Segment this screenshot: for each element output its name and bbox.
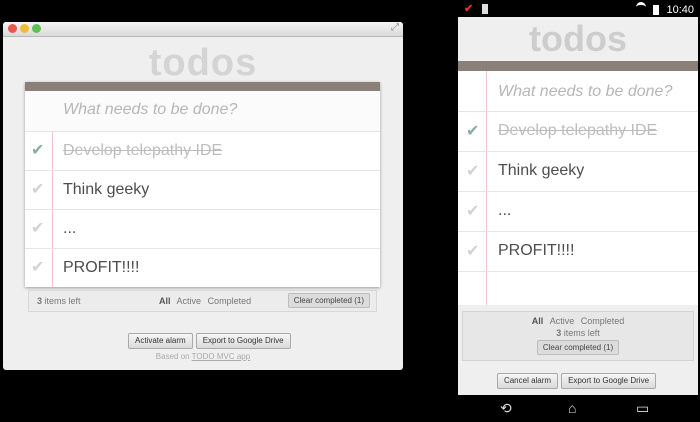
desktop-window: ⤢ todos What needs to be done? ✔ Develop… xyxy=(3,22,403,370)
toggle-check-icon[interactable]: ✔ xyxy=(31,257,44,277)
android-device: ✔ 10:40 todos What needs to be done? ✔ D… xyxy=(456,0,700,422)
new-todo-input[interactable]: What needs to be done? xyxy=(458,71,698,112)
todo-item-label: ... xyxy=(498,202,512,219)
todo-item[interactable]: ✔ Develop telepathy IDE xyxy=(25,132,380,171)
app-title: todos xyxy=(529,18,627,59)
filter-active[interactable]: Active xyxy=(550,316,575,326)
filter-group: All Active Completed xyxy=(463,316,693,326)
clock: 10:40 xyxy=(666,4,694,16)
filter-completed[interactable]: Completed xyxy=(208,296,252,306)
fullscreen-icon[interactable]: ⤢ xyxy=(391,22,399,33)
new-todo-input[interactable]: What needs to be done? xyxy=(25,91,380,132)
phone-screen: todos What needs to be done? ✔ Develop t… xyxy=(458,17,698,395)
activate-alarm-button[interactable]: Activate alarm xyxy=(128,333,193,349)
todomvc-link[interactable]: TODO MVC app xyxy=(192,352,251,361)
todo-item[interactable]: ✔ PROFIT!!!! xyxy=(458,232,698,272)
minimize-window-icon[interactable] xyxy=(20,24,29,33)
toggle-check-icon[interactable]: ✔ xyxy=(31,218,44,238)
maximize-window-icon[interactable] xyxy=(32,24,41,33)
filter-completed[interactable]: Completed xyxy=(581,316,625,326)
todo-item[interactable]: ✔ Think geeky xyxy=(458,152,698,192)
home-icon[interactable]: ⌂ xyxy=(568,400,576,416)
recent-apps-icon[interactable]: ▭ xyxy=(636,400,649,417)
toggle-check-icon[interactable]: ✔ xyxy=(466,161,479,181)
filter-all[interactable]: All xyxy=(532,316,544,326)
barcode-notification-icon xyxy=(482,4,489,15)
new-todo-placeholder: What needs to be done? xyxy=(498,83,673,100)
todo-item[interactable]: ✔ ... xyxy=(458,192,698,232)
todo-footer: 3 items left All Active Completed Clear … xyxy=(28,290,377,312)
toggle-check-icon[interactable]: ✔ xyxy=(31,140,44,160)
toggle-check-icon[interactable]: ✔ xyxy=(31,179,44,199)
todo-item[interactable]: ✔ Develop telepathy IDE xyxy=(458,112,698,152)
clear-completed-button[interactable]: Clear completed (1) xyxy=(536,340,620,355)
filter-group: All Active Completed xyxy=(159,296,255,306)
items-left-counter: 3 items left xyxy=(37,296,81,306)
status-bar: ✔ 10:40 xyxy=(456,0,700,17)
action-buttons: Activate alarm Export to Google Drive xyxy=(128,330,294,349)
todo-list: What needs to be done? ✔ Develop telepat… xyxy=(458,71,698,305)
todo-item-label: Think geeky xyxy=(498,162,585,179)
battery-icon xyxy=(653,5,660,16)
todo-footer: All Active Completed 3 items left Clear … xyxy=(462,311,694,361)
export-drive-button[interactable]: Export to Google Drive xyxy=(561,373,657,389)
todo-item-label: ... xyxy=(63,220,77,237)
todo-item-label: Develop telepathy IDE xyxy=(498,122,658,139)
todo-list: What needs to be done? ✔ Develop telepat… xyxy=(25,82,380,287)
filter-active[interactable]: Active xyxy=(177,296,202,306)
todo-item[interactable]: ✔ PROFIT!!!! xyxy=(25,249,380,287)
todo-item-label: Develop telepathy IDE xyxy=(63,142,223,159)
todo-item-label: PROFIT!!!! xyxy=(498,242,575,259)
toggle-check-icon[interactable]: ✔ xyxy=(466,241,479,261)
todo-item[interactable]: ✔ ... xyxy=(25,210,380,249)
new-todo-placeholder: What needs to be done? xyxy=(63,101,238,118)
clear-completed-button[interactable]: Clear completed (1) xyxy=(287,293,370,308)
app-notification-icon: ✔ xyxy=(464,3,474,15)
back-icon[interactable]: ⟲ xyxy=(500,400,512,417)
credits: Based on TODO MVC app xyxy=(155,352,251,361)
todo-item-label: Think geeky xyxy=(63,181,150,198)
app-title: todos xyxy=(148,42,258,84)
action-buttons: Cancel alarm Export to Google Drive xyxy=(458,370,698,389)
cancel-alarm-button[interactable]: Cancel alarm xyxy=(496,373,559,389)
todo-item[interactable]: ✔ Think geeky xyxy=(25,171,380,210)
wifi-icon xyxy=(636,2,647,13)
navigation-bar: ⟲ ⌂ ▭ xyxy=(456,395,700,422)
items-left-counter: 3 items left xyxy=(556,328,600,338)
todo-item-label: PROFIT!!!! xyxy=(63,259,140,276)
window-titlebar: ⤢ xyxy=(3,22,403,37)
toggle-check-icon[interactable]: ✔ xyxy=(466,201,479,221)
close-window-icon[interactable] xyxy=(8,24,17,33)
toggle-check-icon[interactable]: ✔ xyxy=(466,121,479,141)
export-drive-button[interactable]: Export to Google Drive xyxy=(195,333,291,349)
todo-list-header-bar xyxy=(458,61,698,71)
todo-list-header-bar xyxy=(25,82,380,91)
filter-all[interactable]: All xyxy=(159,296,171,306)
